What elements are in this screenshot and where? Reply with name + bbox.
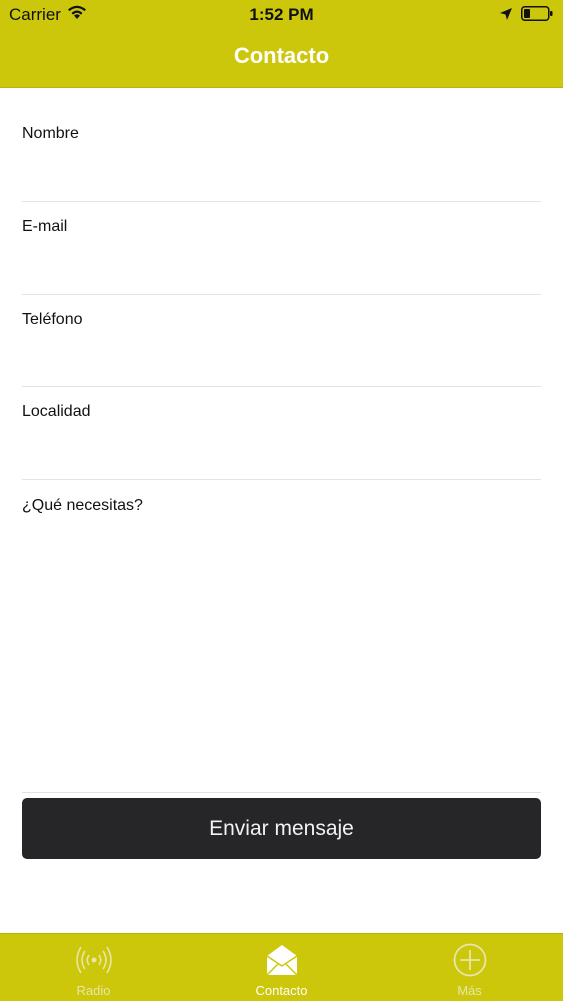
radio-broadcast-icon [75,942,112,978]
message-field-label: ¿Qué necesitas? [22,497,143,514]
email-field[interactable]: E-mail [22,202,541,295]
locality-field-label: Localidad [22,403,91,420]
phone-field[interactable]: Teléfono [22,295,541,387]
phone-field-label: Teléfono [22,311,83,328]
page-title: Contacto [233,43,330,68]
message-textarea[interactable]: ¿Qué necesitas? [22,480,541,793]
envelope-icon [264,942,300,978]
location-arrow-icon [499,6,513,26]
send-message-button[interactable]: Enviar mensaje [22,798,541,859]
tab-bar: Radio Contacto Más [0,933,563,1001]
battery-icon [521,6,553,26]
email-field-label: E-mail [22,218,68,235]
tab-contacto-label: Contacto [255,983,308,998]
plus-circle-icon [452,942,488,978]
tab-mas-label: Más [457,983,482,998]
tab-contacto[interactable]: Contacto [188,934,375,1001]
status-bar: Carrier 1:52 PM [0,0,563,30]
tab-radio[interactable]: Radio [0,934,187,1001]
status-time: 1:52 PM [249,5,314,24]
locality-field[interactable]: Localidad [22,387,541,480]
navigation-header: Carrier 1:52 PM Contacto [0,0,563,88]
name-field-label: Nombre [22,125,79,142]
tab-mas[interactable]: Más [376,934,563,1001]
name-field[interactable]: Nombre [22,110,541,202]
tab-radio-label: Radio [76,983,111,998]
status-right [499,6,553,26]
